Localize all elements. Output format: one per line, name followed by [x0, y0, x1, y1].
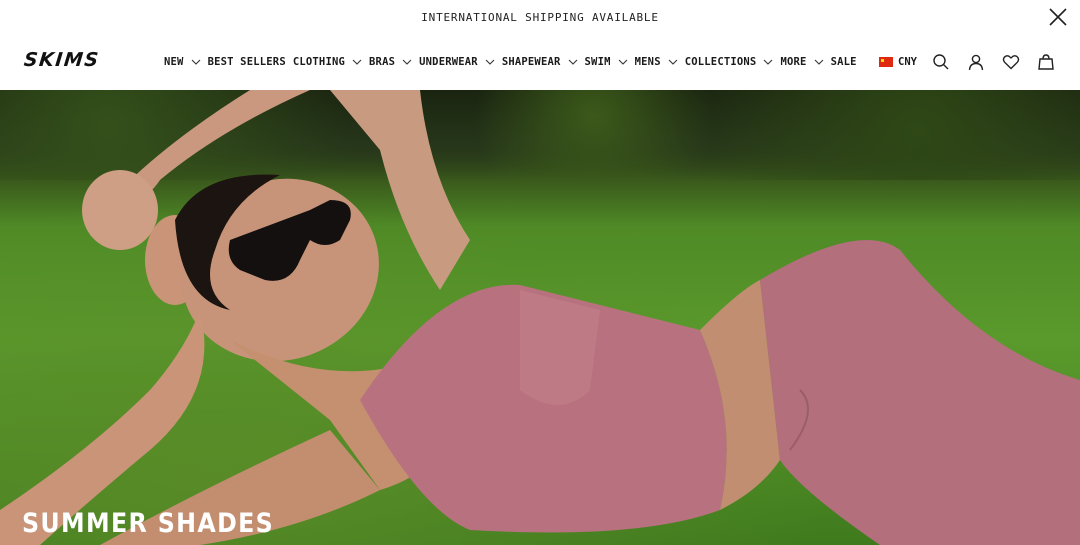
nav-item-more[interactable]: MORE: [780, 34, 823, 90]
nav-item-underwear[interactable]: UNDERWEAR: [419, 34, 495, 90]
nav-item-clothing[interactable]: CLOTHING: [293, 34, 362, 90]
chevron-down-icon: [814, 57, 824, 67]
chevron-down-icon: [668, 57, 678, 67]
header-tools: CNY: [879, 34, 1056, 90]
nav-item-label: SWIM: [584, 56, 611, 68]
hero-banner[interactable]: SUMMER SHADES: [0, 90, 1080, 545]
chevron-down-icon: [485, 57, 495, 67]
nav-item-best-sellers[interactable]: BEST SELLERS: [208, 34, 286, 90]
chevron-down-icon: [352, 57, 362, 67]
nav-item-shapewear[interactable]: SHAPEWEAR: [502, 34, 578, 90]
announcement-bar: INTERNATIONAL SHIPPING AVAILABLE: [0, 0, 1080, 34]
nav-menu: NEW BEST SELLERS CLOTHING BRAS UNDERWEAR…: [164, 34, 864, 90]
nav-item-label: MORE: [780, 56, 807, 68]
nav-item-swim[interactable]: SWIM: [585, 34, 628, 90]
bag-icon[interactable]: [1036, 52, 1056, 72]
chevron-down-icon: [763, 57, 773, 67]
skims-logo[interactable]: SKIMS: [23, 49, 101, 71]
nav-item-label: NEW: [164, 56, 184, 68]
nav-item-label: COLLECTIONS: [684, 56, 757, 68]
nav-item-bras[interactable]: BRAS: [369, 34, 412, 90]
chevron-down-icon: [618, 57, 628, 67]
nav-item-label: CLOTHING: [292, 56, 346, 68]
hero-model-image: [0, 90, 1080, 545]
nav-item-label: BRAS: [369, 56, 396, 68]
announcement-text: INTERNATIONAL SHIPPING AVAILABLE: [421, 10, 659, 24]
currency-label: CNY: [898, 56, 917, 68]
hero-title[interactable]: SUMMER SHADES: [22, 508, 274, 539]
nav-item-label: SALE: [830, 56, 857, 68]
main-navigation: SKIMS NEW BEST SELLERS CLOTHING BRAS UND…: [0, 34, 1080, 90]
nav-item-label: UNDERWEAR: [419, 56, 478, 68]
nav-item-collections[interactable]: COLLECTIONS: [685, 34, 774, 90]
currency-selector[interactable]: CNY: [879, 56, 917, 68]
search-icon[interactable]: [931, 52, 951, 72]
chevron-down-icon: [191, 57, 201, 67]
account-icon[interactable]: [966, 52, 986, 72]
nav-item-new[interactable]: NEW: [164, 34, 201, 90]
nav-item-label: SHAPEWEAR: [501, 56, 561, 68]
nav-item-sale[interactable]: SALE: [831, 34, 857, 90]
nav-item-label: MENS: [634, 56, 661, 68]
heart-icon[interactable]: [1001, 52, 1021, 72]
chevron-down-icon: [402, 57, 412, 67]
chevron-down-icon: [568, 57, 578, 67]
nav-item-mens[interactable]: MENS: [635, 34, 678, 90]
china-flag-icon: [879, 57, 894, 67]
close-icon[interactable]: [1048, 7, 1068, 27]
nav-item-label: BEST SELLERS: [207, 56, 286, 68]
